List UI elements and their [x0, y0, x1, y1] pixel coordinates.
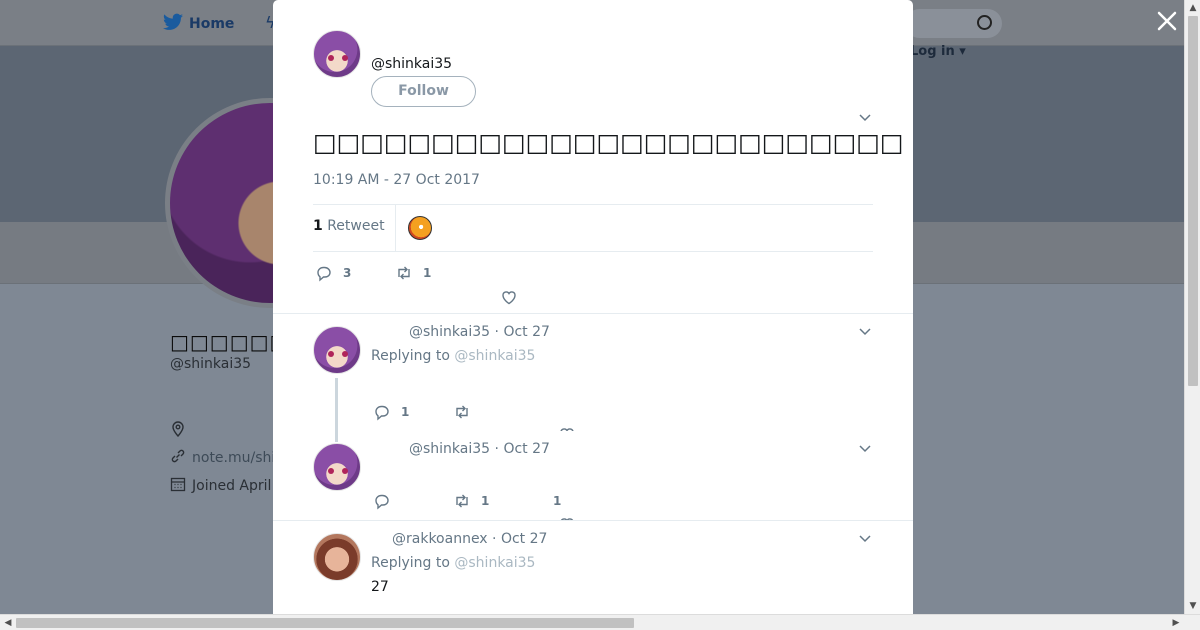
tweet-timestamp[interactable]: 10:19 AM - 27 Oct 2017: [313, 172, 480, 188]
horizontal-scrollbar[interactable]: ◀ ▶: [0, 614, 1200, 630]
scroll-up-arrow-icon[interactable]: ▲: [1185, 0, 1200, 16]
reply-button[interactable]: 3: [315, 264, 395, 282]
heart-icon: [500, 288, 518, 306]
chevron-down-icon[interactable]: [858, 533, 872, 547]
divider: [273, 313, 913, 314]
reply-handle[interactable]: @shinkai35: [409, 441, 490, 457]
tweet-actions: 3 1: [315, 264, 475, 282]
profile-location: [170, 421, 186, 441]
search-box[interactable]: [905, 9, 1002, 38]
scrollbar-thumb[interactable]: [1188, 16, 1198, 386]
retweet-button[interactable]: [453, 403, 533, 421]
twitter-bird-icon: [163, 13, 183, 35]
location-pin-icon: [170, 421, 186, 441]
close-icon: [1157, 11, 1177, 31]
reply-avatar[interactable]: [313, 326, 361, 374]
retweet-icon: [453, 492, 471, 510]
reply-handle[interactable]: @rakkoannex: [392, 531, 488, 547]
thread-connector: [335, 378, 338, 442]
like-count: 1: [553, 494, 562, 508]
reply-date[interactable]: Oct 27: [503, 441, 549, 457]
chevron-down-icon[interactable]: [858, 443, 872, 457]
login-link[interactable]: Log in ▾: [910, 44, 966, 59]
profile-joined: Joined April: [170, 476, 271, 496]
profile-url[interactable]: note.mu/shi: [170, 448, 275, 468]
tweet-stats: 1 Retweet: [313, 204, 873, 252]
heart-icon[interactable]: [558, 425, 576, 431]
profile-joined-label: Joined April: [192, 478, 272, 494]
reply-header: @shinkai35 · Oct 27: [409, 324, 550, 340]
tweet-text: □□□□□□□□□□□□□□□□□□□□□□□□□□□□□□□□□□□□□□□□…: [313, 128, 903, 157]
follow-button[interactable]: Follow: [371, 76, 476, 107]
reply-button[interactable]: 1: [373, 403, 453, 421]
reply-avatar[interactable]: [313, 443, 361, 491]
replying-to-link[interactable]: @shinkai35: [454, 555, 535, 571]
author-handle[interactable]: @shinkai35: [371, 56, 452, 72]
reply-handle[interactable]: @shinkai35: [409, 324, 490, 340]
profile-url-label: note.mu/shi: [192, 450, 276, 466]
chevron-down-icon[interactable]: [858, 326, 872, 340]
retweet-count: 1: [481, 494, 490, 508]
replying-to: Replying to @shinkai35: [371, 348, 536, 364]
like-button[interactable]: [500, 288, 528, 306]
retweet-button[interactable]: 1: [395, 264, 475, 282]
close-modal-button[interactable]: [1154, 10, 1180, 36]
scroll-right-arrow-icon[interactable]: ▶: [1168, 615, 1184, 630]
reply-header: @shinkai35 · Oct 27: [409, 441, 550, 457]
reply-actions: 1: [373, 403, 533, 421]
reply-count: 1: [401, 405, 410, 419]
reply-actions: 1 1: [373, 492, 561, 510]
link-icon: [170, 448, 186, 468]
reply-date[interactable]: Oct 27: [503, 324, 549, 340]
tweet-modal: @shinkai35 Follow □□□□□□□□□□□□□□□□□□□□□□…: [273, 0, 913, 614]
reply-date[interactable]: Oct 27: [501, 531, 547, 547]
replying-to: Replying to @shinkai35: [371, 555, 536, 571]
like-button[interactable]: 1: [553, 494, 561, 508]
reply-icon: [315, 264, 333, 282]
search-icon: [977, 15, 992, 30]
scroll-left-arrow-icon[interactable]: ◀: [0, 615, 16, 630]
calendar-icon: [170, 476, 186, 496]
nav-home[interactable]: Home: [163, 13, 234, 35]
chevron-down-icon[interactable]: [858, 112, 872, 126]
retweet-button[interactable]: 1: [453, 492, 553, 510]
profile-handle: @shinkai35: [170, 356, 252, 372]
retweeter-avatar[interactable]: [408, 216, 432, 240]
reply-count: 3: [343, 266, 352, 280]
reply-text: 27: [371, 579, 389, 595]
nav-home-label: Home: [189, 16, 235, 32]
reply-avatar[interactable]: [313, 533, 361, 581]
retweet-stat[interactable]: 1 Retweet: [313, 218, 385, 234]
reply-button[interactable]: [373, 492, 453, 510]
scrollbar-thumb[interactable]: [16, 618, 634, 628]
lightning-icon[interactable]: ϟ: [265, 13, 276, 33]
scroll-down-arrow-icon[interactable]: ▼: [1185, 598, 1200, 614]
retweet-count: 1: [423, 266, 432, 280]
retweet-icon: [453, 403, 471, 421]
retweet-icon: [395, 264, 413, 282]
divider: [273, 520, 913, 521]
reply-icon: [373, 492, 391, 510]
reply-icon: [373, 403, 391, 421]
stats-divider: [395, 205, 396, 251]
reply-header: @rakkoannex · Oct 27: [392, 531, 548, 547]
vertical-scrollbar[interactable]: ▲ ▼: [1184, 0, 1200, 614]
author-avatar[interactable]: [313, 30, 361, 78]
replying-to-link[interactable]: @shinkai35: [454, 348, 535, 364]
